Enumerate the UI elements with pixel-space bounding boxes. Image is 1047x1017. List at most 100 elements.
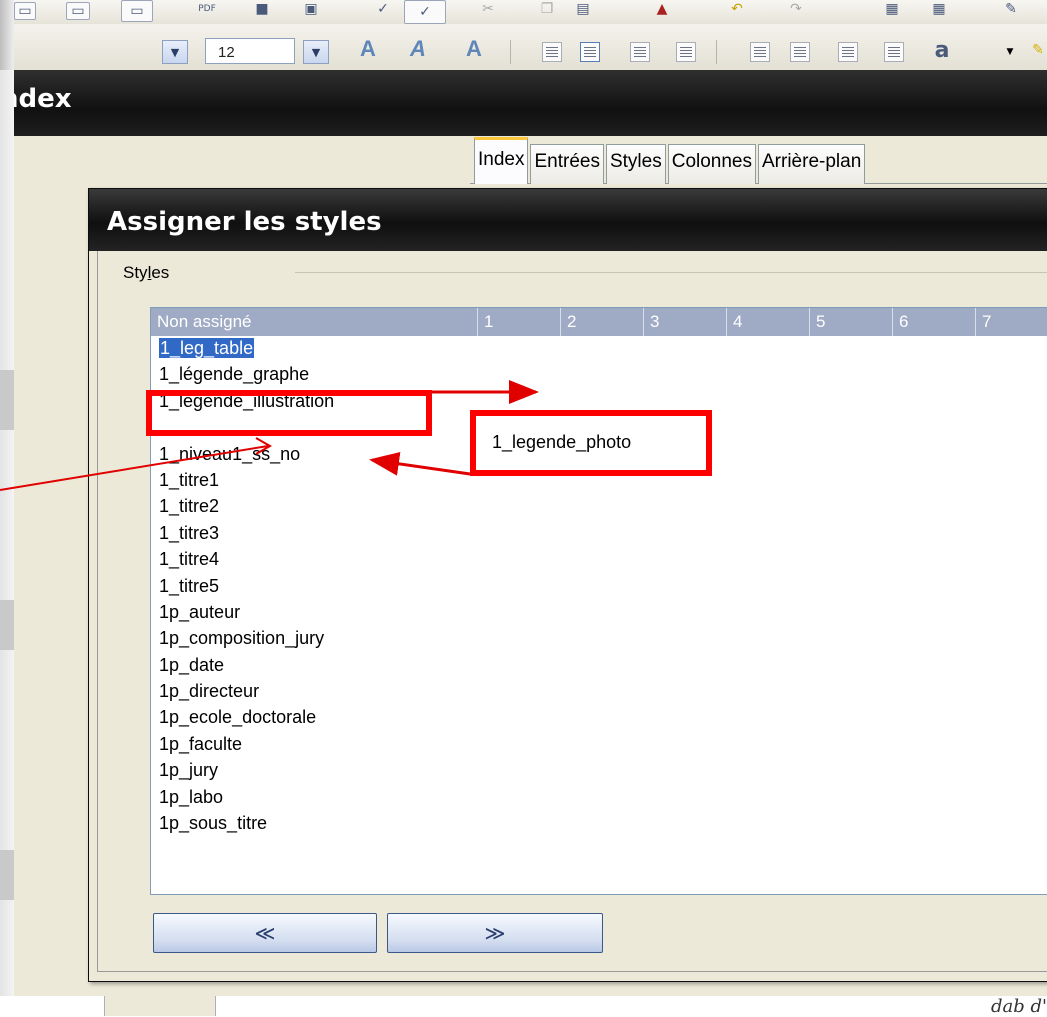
assign-styles-title: Assigner les styles [107,207,382,237]
align-right-icon[interactable] [630,42,650,62]
paste-icon[interactable]: ▤ [572,0,594,18]
group-divider [295,272,1047,273]
list-item[interactable]: 1p_sous_titre [159,810,334,836]
bullets-icon[interactable] [790,42,810,62]
table-icon[interactable]: ▦ [924,0,954,18]
draw-icon[interactable]: ✎ [1000,0,1022,18]
highlight-icon[interactable]: ✎ [1030,38,1046,62]
toolbar-edge [0,0,14,70]
list-item[interactable]: 1_titre4 [159,546,334,572]
page-edge [0,850,14,900]
header-divider [726,308,727,336]
toolbar-icon[interactable]: ▭ [121,0,153,22]
tab-bar: Index Entrées Styles Colonnes Arrière-pl… [474,137,867,184]
list-item[interactable]: 1p_auteur [159,599,334,625]
header-level[interactable]: 2 [567,312,576,332]
header-divider [560,308,561,336]
list-item[interactable]: 1p_labo [159,784,334,810]
list-item[interactable]: 1p_composition_jury [159,625,334,651]
font-name-dropdown-button[interactable]: ▼ [162,40,188,64]
header-level[interactable]: 4 [733,312,742,332]
toolbar-separator [510,40,511,64]
list-item[interactable]: 1p_directeur [159,678,334,704]
list-item[interactable]: 1p_date [159,652,334,678]
header-divider [892,308,893,336]
list-item-label: 1p_faculte [159,733,243,754]
header-level[interactable]: 5 [816,312,825,332]
list-item-label: 1_titre5 [159,575,220,596]
list-item[interactable]: 1p_ecole_doctorale [159,704,334,730]
list-header: Non assigné 1 2 3 4 5 6 7 [151,308,1047,336]
tab-colonnes[interactable]: Colonnes [667,144,756,184]
spellcheck-icon[interactable]: ✓ [372,0,394,18]
header-divider [809,308,810,336]
align-left-icon[interactable] [542,42,562,62]
page-edge [0,370,14,430]
decrease-indent-icon[interactable] [838,42,858,62]
chevron-down-icon[interactable]: ▼ [1004,46,1016,58]
move-left-button[interactable]: ≪ [153,913,377,953]
list-item[interactable]: 1p_faculte [159,731,334,757]
styles-label-pre: Sty [123,263,148,282]
list-item[interactable]: 1p_jury [159,757,334,783]
header-level[interactable]: 3 [650,312,659,332]
list-item-label: 1p_auteur [159,601,241,622]
toolbar-separator [716,40,717,64]
annotation-callout: 1_legende_photo [470,410,712,476]
increase-indent-icon[interactable] [884,42,904,62]
list-item-label: 1p_composition_jury [159,628,325,649]
header-divider [477,308,478,336]
clone-icon[interactable]: ▲ [651,0,673,18]
header-level[interactable]: 1 [484,312,493,332]
print-icon[interactable]: ■ [251,0,273,18]
list-item[interactable]: 1_titre3 [159,520,334,546]
italic-icon[interactable]: A [410,36,426,62]
toolbar-icon[interactable]: ▭ [14,2,36,20]
list-item[interactable]: 1_titre5 [159,573,334,599]
header-level[interactable]: 6 [899,312,908,332]
list-item[interactable]: 1_titre1 [159,467,334,493]
assign-styles-titlebar[interactable]: Assigner les styles [89,189,1047,251]
list-item-label: 1_titre3 [159,522,220,543]
autospell-icon[interactable]: ✓ [404,0,446,24]
list-item-label: 1_leg_table [159,338,255,358]
list-item[interactable]: 1_niveau1_ss_no [159,441,334,467]
numbering-icon[interactable] [750,42,770,62]
justify-icon[interactable] [676,42,696,62]
undo-icon[interactable]: ↶ [726,0,748,18]
font-size-dropdown-button[interactable]: ▼ [303,40,329,64]
toolbar-icon[interactable]: ▭ [66,2,90,20]
pdf-icon[interactable]: PDF [195,0,219,18]
list-item[interactable]: 1_titre2 [159,493,334,519]
tab-styles[interactable]: Styles [605,144,666,184]
redo-icon[interactable]: ↷ [785,0,807,18]
bold-icon[interactable]: A [360,36,376,62]
assign-styles-dialog: Assigner les styles Styles Non assigné 1… [88,188,1047,982]
move-right-button[interactable]: ≫ [387,913,603,953]
align-center-icon[interactable] [580,42,600,62]
list-item-label: 1p_labo [159,786,224,807]
header-level[interactable]: 7 [982,312,991,332]
vertical-ruler [104,996,216,1016]
list-item[interactable]: 1_légende_graphe [159,361,334,387]
hyperlink-icon[interactable]: ▦ [878,0,906,18]
styles-label-post: es [151,263,170,282]
font-size-field[interactable]: 12 [205,38,295,64]
list-item[interactable]: 1_leg_table [159,335,334,361]
underline-icon[interactable]: A [466,36,482,62]
list-item-label: 1p_sous_titre [159,813,268,834]
tab-entrees[interactable]: Entrées [530,144,604,184]
tab-index[interactable]: Index [474,137,529,184]
tab-arriere-plan[interactable]: Arrière-plan [758,144,866,184]
cut-icon[interactable]: ✂ [477,0,499,18]
copy-icon[interactable]: ❐ [536,0,558,18]
header-divider [975,308,976,336]
index-dialog-titlebar[interactable]: ndex [0,70,1047,136]
chevron-down-icon: ▼ [311,45,321,59]
double-chevron-right-icon: ≫ [484,921,506,945]
double-chevron-left-icon: ≪ [254,921,276,945]
font-color-icon[interactable]: a [928,38,956,63]
list-item-label: 1_titre2 [159,496,220,517]
print-preview-icon[interactable]: ▣ [300,0,322,18]
document-text-fragment: dab d' [991,996,1047,1017]
